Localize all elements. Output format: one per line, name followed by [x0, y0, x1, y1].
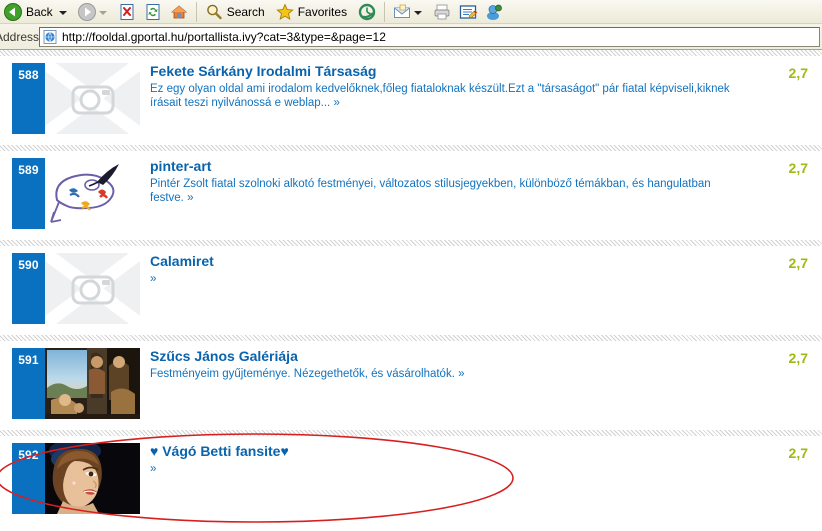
- refresh-icon: [143, 2, 163, 22]
- rating-value: 2,7: [788, 255, 808, 271]
- stop-button[interactable]: [114, 1, 140, 23]
- print-icon: [432, 2, 452, 22]
- address-url-text: http://fooldal.gportal.hu/portallista.iv…: [62, 29, 386, 44]
- mail-icon: [392, 2, 412, 22]
- forward-arrow-icon: [77, 2, 97, 22]
- row-index-badge: 588: [12, 63, 45, 134]
- row-separator: [0, 335, 822, 341]
- portal-listing-page: 588 Fekete Sárkány Irodalmi Társaság Ez …: [0, 50, 822, 531]
- row-description: »: [150, 273, 157, 285]
- search-icon: [204, 2, 224, 22]
- search-button-label: Search: [226, 4, 265, 19]
- row-separator: [0, 145, 822, 151]
- address-bar[interactable]: Address http://fooldal.gportal.hu/portal…: [0, 24, 822, 50]
- row-index-badge: 591: [12, 348, 45, 419]
- forward-button[interactable]: [74, 1, 114, 23]
- row-rating-cell: 2,7: [748, 151, 822, 176]
- address-input[interactable]: http://fooldal.gportal.hu/portallista.iv…: [39, 26, 820, 47]
- toolbar-separator: [195, 1, 197, 22]
- rating-value: 2,7: [788, 160, 808, 176]
- row-description: Pintér Zsolt fiatal szolnoki alkotó fest…: [150, 178, 711, 204]
- row-description: Festményeim gyűjteménye. Nézegethetők, é…: [150, 368, 465, 380]
- back-dropdown-caret[interactable]: [58, 10, 67, 15]
- stop-icon: [117, 2, 137, 22]
- address-bar-label: Address: [0, 29, 40, 44]
- row-separator: [0, 240, 822, 246]
- edit-button[interactable]: [455, 1, 481, 23]
- row-thumbnail[interactable]: [45, 63, 140, 134]
- row-index-badge: 589: [12, 158, 45, 229]
- row-rating-cell: 2,7: [748, 341, 822, 366]
- back-button[interactable]: Back: [0, 1, 74, 23]
- refresh-button[interactable]: [140, 1, 166, 23]
- page-icon: [42, 29, 58, 45]
- row-title-link[interactable]: pinter-art: [150, 158, 211, 175]
- rating-value: 2,7: [788, 65, 808, 81]
- row-index-badge: 590: [12, 253, 45, 324]
- row-content: Fekete Sárkány Irodalmi Társaság Ez egy …: [140, 56, 748, 110]
- history-icon: [357, 2, 377, 22]
- mail-dropdown-caret[interactable]: [414, 10, 423, 15]
- row-left-block: 592: [0, 436, 140, 514]
- table-row[interactable]: 590 Calamiret » 2,7: [0, 246, 822, 335]
- row-separator: [0, 430, 822, 436]
- messenger-button[interactable]: [481, 1, 507, 23]
- table-row[interactable]: 589 pinter-art Pintér Zsolt fiatal szoln…: [0, 151, 822, 240]
- forward-dropdown-caret[interactable]: [98, 10, 107, 15]
- no-image-placeholder-icon: [45, 63, 140, 134]
- row-index-badge: 592: [12, 443, 45, 514]
- messenger-icon: [484, 2, 504, 22]
- home-icon: [169, 2, 189, 22]
- home-button[interactable]: [166, 1, 192, 23]
- toolbar-separator-2: [384, 1, 386, 22]
- no-image-placeholder-icon: [45, 253, 140, 324]
- rating-value: 2,7: [788, 350, 808, 366]
- row-thumbnail[interactable]: [45, 253, 140, 324]
- row-description: »: [150, 463, 157, 475]
- row-left-block: 589: [0, 151, 140, 229]
- row-rating-cell: 2,7: [748, 436, 822, 461]
- painting-photo-thumbnail: [45, 348, 140, 419]
- row-left-block: 591: [0, 341, 140, 419]
- row-title-link[interactable]: Szűcs János Galériája: [150, 348, 298, 365]
- row-thumbnail[interactable]: [45, 158, 140, 229]
- browser-chrome: Back Search Favorites ddress http://fool…: [0, 0, 822, 50]
- row-title-link[interactable]: Calamiret: [150, 253, 214, 270]
- row-content: pinter-art Pintér Zsolt fiatal szolnoki …: [140, 151, 748, 205]
- table-row[interactable]: 591 Szűcs János Galériája Festményeim gy…: [0, 341, 822, 430]
- row-thumbnail[interactable]: [45, 348, 140, 419]
- mail-button[interactable]: [389, 1, 429, 23]
- print-button[interactable]: [429, 1, 455, 23]
- row-rating-cell: 2,7: [748, 56, 822, 81]
- row-rating-cell: 2,7: [748, 246, 822, 271]
- favorites-star-icon: [275, 2, 295, 22]
- search-button[interactable]: Search: [201, 1, 272, 23]
- row-separator: [0, 50, 822, 56]
- row-content: Calamiret »: [140, 246, 748, 286]
- browser-toolbar: Back Search Favorites: [0, 0, 822, 24]
- row-content: ♥ Vágó Betti fansite♥ »: [140, 436, 748, 476]
- favorites-button-label: Favorites: [297, 4, 348, 19]
- back-arrow-icon: [3, 2, 23, 22]
- row-thumbnail[interactable]: [45, 443, 140, 514]
- row-title-link[interactable]: Fekete Sárkány Irodalmi Társaság: [150, 63, 376, 80]
- table-row[interactable]: 588 Fekete Sárkány Irodalmi Társaság Ez …: [0, 56, 822, 145]
- palette-logo-icon: [45, 158, 140, 229]
- edit-icon: [458, 2, 478, 22]
- row-content: Szűcs János Galériája Festményeim gyűjte…: [140, 341, 748, 381]
- portrait-photo-thumbnail: [45, 443, 140, 514]
- row-description: Ez egy olyan oldal ami irodalom kedvelők…: [150, 83, 730, 109]
- row-left-block: 588: [0, 56, 140, 134]
- rating-value: 2,7: [788, 445, 808, 461]
- table-row[interactable]: 592 ♥ Vágó Betti fansite♥ » 2,7: [0, 436, 822, 525]
- back-button-label: Back: [26, 4, 53, 19]
- row-left-block: 590: [0, 246, 140, 324]
- history-button[interactable]: [354, 1, 380, 23]
- row-title-link[interactable]: ♥ Vágó Betti fansite♥: [150, 443, 289, 460]
- favorites-button[interactable]: Favorites: [272, 1, 354, 23]
